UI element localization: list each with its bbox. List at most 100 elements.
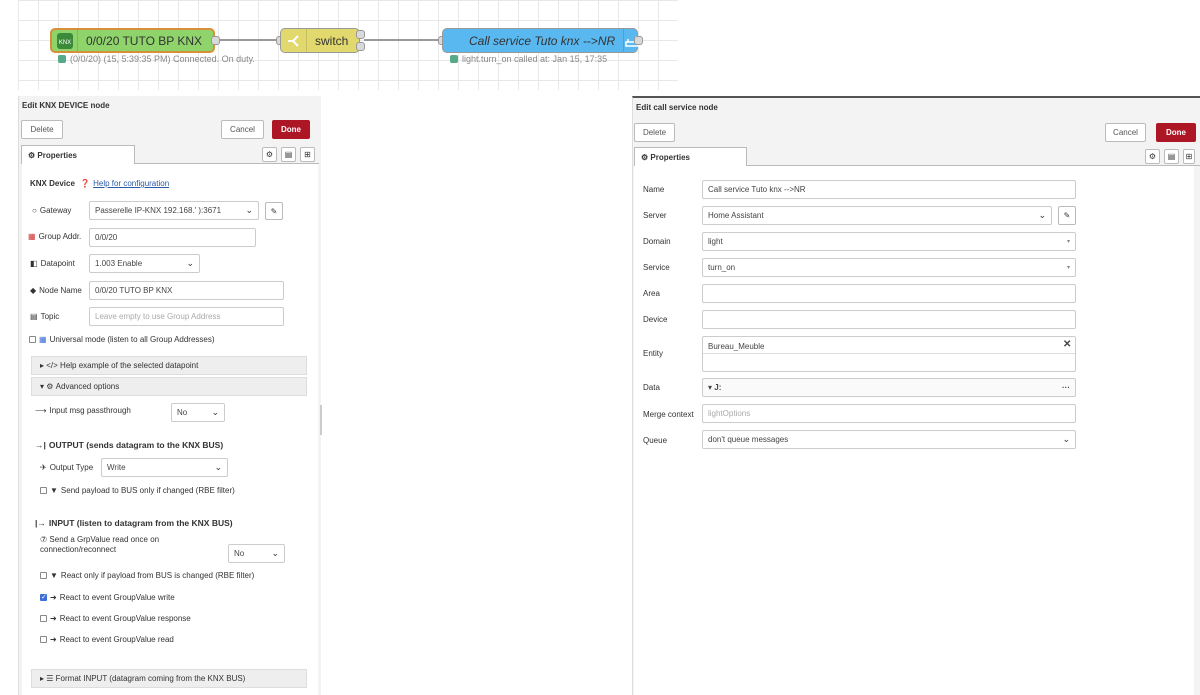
grpvalue-read-select[interactable]: No ⌄ (228, 544, 285, 563)
status-dot-icon (450, 55, 458, 63)
edit-server-button[interactable]: ✎ (1058, 206, 1076, 225)
queue-label: Queue (643, 436, 668, 445)
area-input[interactable] (702, 284, 1076, 303)
group-addr-label: ▦ Group Addr. (28, 232, 82, 241)
tab-properties[interactable]: ⚙ Properties (21, 145, 135, 164)
output-port[interactable] (356, 30, 365, 39)
cancel-button[interactable]: Cancel (221, 120, 264, 139)
queue-select[interactable]: don't queue messages ⌄ (702, 430, 1076, 449)
format-input-section[interactable]: ▸ ☰ Format INPUT (datagram coming from t… (31, 669, 307, 688)
cancel-button[interactable]: Cancel (1105, 123, 1146, 142)
universal-mode-checkbox[interactable]: ▦ Universal mode (listen to all Group Add… (29, 335, 215, 344)
advanced-options-section[interactable]: ▾ ⚙ Advanced options (31, 377, 307, 396)
server-select[interactable]: Home Assistant ⌄ (702, 206, 1052, 225)
output-port[interactable] (356, 42, 365, 51)
flow-node-label: switch (315, 33, 349, 48)
done-button[interactable]: Done (1156, 123, 1196, 142)
send-rbe-checkbox[interactable]: ▼ Send payload to BUS only if changed (RB… (40, 486, 235, 495)
datapoint-label: ◧ Datapoint (30, 259, 75, 268)
topic-label: ▤ Topic (30, 312, 60, 321)
merge-context-input[interactable]: lightOptions (702, 404, 1076, 423)
edit-gateway-button[interactable]: ✎ (265, 202, 283, 220)
filter-icon: ▼ (50, 571, 58, 580)
gateway-select[interactable]: Passerelle IP-KNX 192.168.' ):3671 ⌄ (89, 201, 259, 220)
area-label: Area (643, 289, 660, 298)
topic-input[interactable]: Leave empty to use Group Address (89, 307, 284, 326)
knx-device-label: KNX Device ❓ Help for configuration (30, 179, 170, 188)
chevron-down-icon: ⌄ (271, 548, 279, 558)
entity-tag-input[interactable]: Bureau_Meuble (702, 336, 1076, 372)
flow-node-knx-device[interactable]: KNX 0/0/20 TUTO BP KNX (50, 28, 215, 53)
entity-label: Entity (643, 349, 664, 358)
delete-button[interactable]: Delete (21, 120, 63, 139)
appearance-button[interactable]: ⊞ (300, 147, 315, 162)
output-port[interactable] (634, 36, 643, 45)
checkbox[interactable] (40, 615, 47, 622)
checkbox[interactable] (40, 572, 47, 579)
more-icon[interactable]: ··· (1062, 383, 1070, 392)
resize-handle[interactable] (320, 405, 322, 435)
universal-icon: ▦ (39, 335, 47, 344)
description-button[interactable]: ▤ (1164, 149, 1179, 164)
chevron-down-icon: ⌄ (1062, 434, 1070, 444)
merge-context-label: Merge context (643, 410, 694, 419)
chevron-down-icon: ⌄ (186, 258, 194, 268)
delete-button[interactable]: Delete (634, 123, 675, 142)
settings-gear-button[interactable]: ⚙ (1145, 149, 1160, 164)
flow-node-call-service[interactable]: Call service Tuto knx -->NR (442, 28, 639, 53)
service-combobox[interactable]: turn_on ▾ (702, 258, 1076, 277)
help-example-section[interactable]: ▸ </> Help example of the selected datap… (31, 356, 307, 375)
description-button[interactable]: ▤ (281, 147, 296, 162)
domain-label: Domain (643, 237, 671, 246)
chevron-down-icon: ⌄ (211, 407, 219, 417)
circle-icon: ○ (32, 206, 37, 215)
gateway-label: ○ Gateway (32, 206, 72, 215)
advanced-icon: ⚙ (46, 382, 56, 391)
checkbox[interactable] (29, 336, 36, 343)
help-config-link[interactable]: Help for configuration (93, 179, 169, 188)
name-label: Name (643, 185, 665, 194)
call-node-status: light.turn_on called at: Jan 15, 17:35 (450, 54, 607, 64)
appearance-button[interactable]: ⊞ (1183, 149, 1195, 164)
done-button[interactable]: Done (272, 120, 310, 139)
caret-down-icon: ▾ (1066, 239, 1070, 245)
output-type-select[interactable]: Write ⌄ (101, 458, 228, 477)
domain-combobox[interactable]: light ▾ (702, 232, 1076, 251)
device-label: Device (643, 315, 668, 324)
react-response-checkbox[interactable]: ➜ React to event GroupValue response (40, 614, 191, 623)
data-typed-input[interactable]: ▾ J: ··· (702, 378, 1076, 397)
remove-entity-icon[interactable]: ✕ (1063, 339, 1071, 350)
react-write-checkbox[interactable]: ➜React to event GroupValue write (40, 593, 175, 602)
help-icon: ❓ (77, 179, 91, 188)
topic-icon: ▤ (30, 312, 38, 321)
checkbox-checked[interactable] (40, 593, 47, 601)
chevron-down-icon: ⌄ (214, 462, 222, 472)
flow-node-switch[interactable]: switch (280, 28, 360, 53)
output-port[interactable] (211, 36, 220, 45)
datapoint-icon: ◧ (30, 259, 38, 268)
react-rbe-checkbox[interactable]: ▼ React only if payload from BUS is chang… (40, 571, 254, 580)
output-type-label: ✈ Output Type (40, 463, 94, 472)
tab-properties[interactable]: ⚙ Properties (634, 147, 747, 166)
input-header: |→ INPUT (listen to datagram from the KNX… (35, 518, 233, 528)
panel-title: Edit KNX DEVICE node (22, 101, 110, 110)
status-dot-icon (58, 55, 66, 63)
device-input[interactable] (702, 310, 1076, 329)
data-label: Data (643, 383, 660, 392)
node-name-input[interactable]: 0/0/20 TUTO BP KNX (89, 281, 284, 300)
name-input[interactable]: Call service Tuto knx -->NR (702, 180, 1076, 199)
event-icon: ➜ (50, 635, 57, 644)
json-type-icon: J: (714, 383, 722, 392)
checkbox[interactable] (40, 487, 47, 494)
react-read-checkbox[interactable]: ➜ React to event GroupValue read (40, 635, 174, 644)
group-addr-input[interactable]: 0/0/20 (89, 228, 256, 247)
send-icon: ✈ (40, 463, 47, 472)
settings-gear-button[interactable]: ⚙ (262, 147, 277, 162)
gear-icon: ⚙ (28, 150, 38, 160)
input-passthrough-select[interactable]: No ⌄ (171, 403, 225, 422)
gear-icon: ⚙ (641, 152, 651, 162)
switch-icon (281, 29, 307, 52)
node-name-label: ◆ Node Name (30, 286, 82, 295)
checkbox[interactable] (40, 636, 47, 643)
datapoint-select[interactable]: 1.003 Enable ⌄ (89, 254, 200, 273)
